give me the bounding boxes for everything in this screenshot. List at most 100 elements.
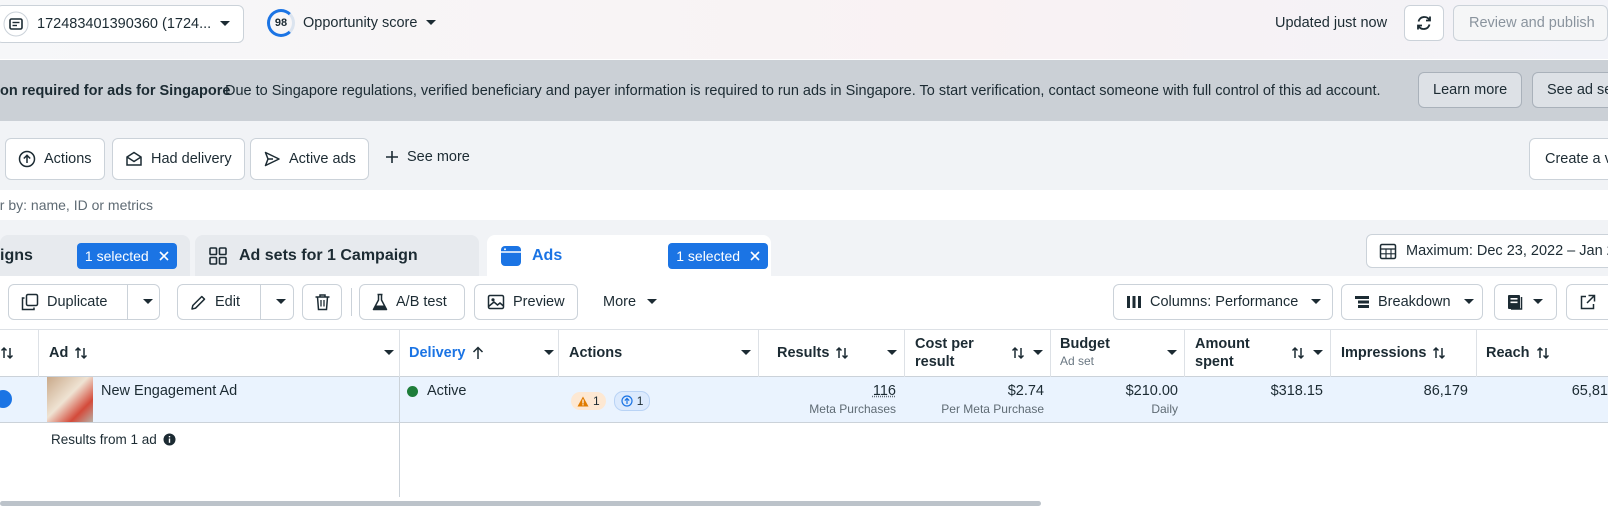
filter-chip-label: Actions [44,151,92,167]
results-value[interactable]: 116 [873,383,896,399]
column-divider [399,377,400,497]
review-and-publish-button[interactable]: Review and publish [1453,5,1608,41]
chevron-down-icon[interactable] [1167,350,1177,356]
warning-badge[interactable]: 1 [571,392,606,410]
chevron-down-icon[interactable] [887,350,897,356]
export-button[interactable] [1566,284,1608,320]
sort-icon [1536,346,1550,360]
delivery-status-label: Active [427,383,467,399]
delete-button[interactable] [302,284,342,320]
ad-name-link[interactable]: New Engagement Ad [101,383,237,399]
copy-icon [21,293,39,311]
column-header-amount-spent[interactable]: Amount spent [1195,329,1323,377]
refresh-button[interactable] [1404,5,1444,41]
edit-split-button: Edit [177,284,294,320]
action-badge[interactable]: 1 [613,391,651,411]
more-label: More [603,294,637,310]
edit-label: Edit [215,294,240,310]
updated-status: Updated just now [1275,15,1388,31]
chevron-down-icon [219,20,231,28]
column-separator [1050,329,1051,377]
tab-campaigns[interactable]: igns 1 selected [0,235,190,276]
filter-chip-actions[interactable]: Actions [5,138,105,180]
plus-icon [385,150,399,164]
sort-icon [835,346,849,360]
chevron-down-icon[interactable] [1033,350,1043,356]
learn-more-button[interactable]: Learn more [1418,72,1523,108]
warning-count: 1 [593,394,600,408]
column-header-impressions[interactable]: Impressions [1341,329,1467,377]
opportunity-score[interactable]: 98 Opportunity score [267,9,437,37]
tab-ads-title: Ads [532,246,563,264]
column-header-reach-label: Reach [1486,345,1530,361]
column-header-reach[interactable]: Reach [1486,329,1608,377]
filter-chip-active-ads[interactable]: Active ads [250,138,369,180]
sort-icon[interactable] [0,329,38,377]
column-header-cost-per-result[interactable]: Cost per result [915,329,1043,377]
ab-test-button[interactable]: A/B test [359,284,465,320]
column-header-ad-label: Ad [49,345,69,361]
chevron-down-icon[interactable] [1313,350,1323,356]
ad-thumbnail[interactable] [47,377,93,422]
breakdown-button[interactable]: Breakdown [1341,284,1483,320]
delivery-status: Active [407,383,467,399]
filter-chip-had-delivery[interactable]: Had delivery [112,138,245,180]
see-more-label: See more [407,149,470,165]
grid-icon [208,246,228,266]
selected-count-label: 1 selected [676,247,741,264]
search-input[interactable] [0,191,1608,219]
more-button[interactable]: More [603,294,658,310]
report-icon [1507,294,1524,310]
column-header-results[interactable]: Results [777,329,897,377]
chevron-down-icon[interactable] [544,350,554,356]
column-header-cost-label: Cost per result [915,335,974,371]
chevron-down-icon[interactable] [384,350,394,356]
sort-icon [1432,346,1446,360]
column-separator [1476,329,1477,377]
reports-button[interactable] [1494,284,1557,320]
horizontal-scrollbar[interactable] [0,501,1041,506]
close-icon[interactable] [750,250,760,261]
column-header-budget[interactable]: Budget Ad set [1060,329,1177,377]
chevron-down-icon [1310,298,1322,306]
info-icon[interactable] [163,433,176,446]
calendar-icon [1379,242,1397,260]
tab-ad-sets-title: Ad sets for 1 Campaign [239,246,418,264]
duplicate-button[interactable]: Duplicate [9,285,119,319]
column-header-delivery[interactable]: Delivery [409,329,554,377]
column-header-actions[interactable]: Actions [569,329,751,377]
banner-title: on required for ads for Singapore [0,83,231,99]
edit-dropdown-button[interactable] [269,285,293,319]
columns-button[interactable]: Columns: Performance [1113,284,1333,320]
tab-ads[interactable]: Ads 1 selected [487,235,771,276]
pencil-icon [190,294,207,311]
split-divider [127,285,129,319]
edit-button[interactable]: Edit [178,285,252,319]
column-header-ad[interactable]: Ad [49,329,394,377]
preview-button[interactable]: Preview [474,284,578,320]
sort-icon [74,346,88,360]
duplicate-dropdown-button[interactable] [136,285,159,319]
account-selector[interactable]: 172483401390360 (1724... [0,5,244,43]
see-more-button[interactable]: See more [385,149,470,165]
budget-value: $210.00 [1125,383,1178,399]
status-dot [407,385,418,397]
campaigns-selected-pill[interactable]: 1 selected [76,242,177,269]
image-icon [487,293,505,311]
chevron-down-icon[interactable] [741,350,751,356]
results-summary: Results from 1 ad [51,432,176,447]
impressions-cell: 86,179 [1423,383,1468,399]
date-range-button[interactable]: Maximum: Dec 23, 2022 – Jan 2 [1366,234,1608,268]
column-separator [758,329,759,377]
ads-selected-pill[interactable]: 1 selected [668,242,769,269]
budget-sub: Daily [1151,402,1178,416]
flask-icon [372,293,388,311]
opportunity-score-label: Opportunity score [303,15,418,31]
preview-label: Preview [513,294,565,310]
close-icon[interactable] [159,250,169,261]
see-ad-sets-button[interactable]: See ad se [1532,72,1608,108]
date-range-label: Maximum: Dec 23, 2022 – Jan 2 [1406,243,1608,259]
tab-ad-sets[interactable]: Ad sets for 1 Campaign [195,235,479,276]
filter-chip-label: Had delivery [151,151,232,167]
create-view-button[interactable]: Create a v [1529,138,1608,180]
